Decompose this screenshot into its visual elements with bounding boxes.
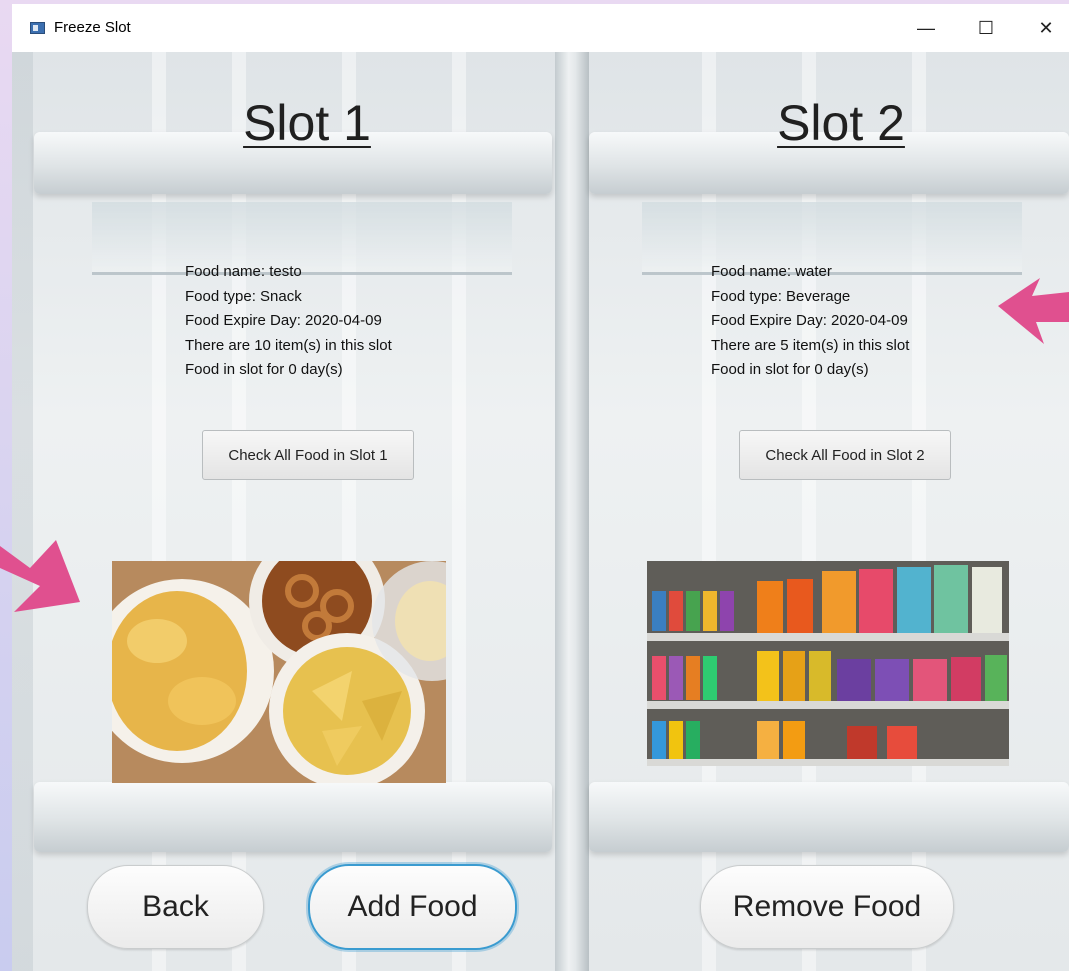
- slot-2-info: Food name: water Food type: Beverage Foo…: [711, 260, 909, 383]
- close-button[interactable]: ✕: [1020, 4, 1069, 52]
- beverage-shelf-photo: [647, 561, 1009, 766]
- app-icon: [30, 22, 45, 34]
- slot-1-title: Slot 1: [243, 95, 371, 151]
- food-type: Food type: Snack: [185, 287, 302, 305]
- bottom-shelf-left: [34, 782, 552, 852]
- window-title: Freeze Slot: [54, 19, 131, 36]
- days-in-slot: Food in slot for 0 day(s): [185, 361, 343, 378]
- maximize-button[interactable]: ☐: [960, 4, 1012, 52]
- pointer-arrow-right-icon: [998, 278, 1069, 344]
- days-in-slot: Food in slot for 0 day(s): [711, 361, 869, 378]
- pointer-arrow-left-icon: [0, 540, 80, 612]
- slot-1-info: Food name: testo Food type: Snack Food E…: [185, 260, 392, 383]
- title-bar: Freeze Slot — ☐ ✕: [12, 4, 1069, 52]
- snack-photo: [112, 561, 446, 783]
- minimize-button[interactable]: —: [900, 4, 952, 52]
- check-slot-1-button[interactable]: Check All Food in Slot 1: [202, 430, 414, 480]
- food-name: Food name: testo: [185, 263, 302, 280]
- check-slot-2-button[interactable]: Check All Food in Slot 2: [739, 430, 951, 480]
- food-expire-day: Food Expire Day: 2020-04-09: [185, 312, 382, 329]
- fridge-background: Slot 1 Food name: testo Food type: Snack…: [12, 52, 1069, 971]
- item-count: There are 10 item(s) in this slot: [185, 336, 392, 354]
- snack-photo-icon: [112, 561, 446, 783]
- slot-2-title: Slot 2: [777, 95, 905, 151]
- freeze-slot-window: Freeze Slot — ☐ ✕ Slot 1 Food name: test…: [12, 4, 1069, 971]
- fridge-divider: [555, 52, 589, 971]
- add-food-button[interactable]: Add Food: [308, 864, 517, 950]
- food-type: Food type: Beverage: [711, 287, 851, 305]
- back-button[interactable]: Back: [87, 865, 264, 949]
- item-count: There are 5 item(s) in this slot: [711, 336, 910, 354]
- beverage-shelf-icon: [647, 561, 1009, 766]
- bottom-shelf-right: [589, 782, 1069, 852]
- food-name: Food name: water: [711, 263, 832, 280]
- remove-food-button[interactable]: Remove Food: [700, 865, 954, 949]
- food-expire-day: Food Expire Day: 2020-04-09: [711, 312, 908, 329]
